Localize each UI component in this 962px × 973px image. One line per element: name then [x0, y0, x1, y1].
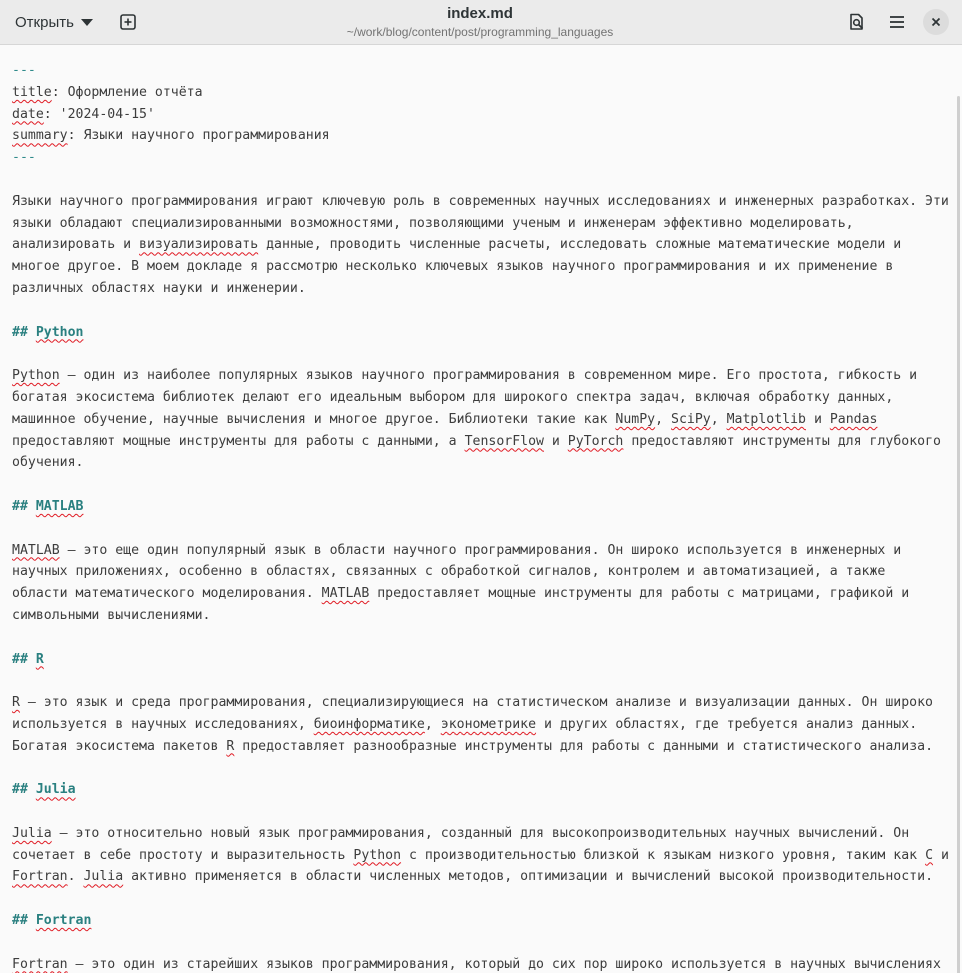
hamburger-menu-icon — [890, 16, 904, 28]
paragraph-line: R — это язык и среда программирования, с… — [12, 695, 934, 711]
text-editor[interactable]: --- title: Оформление отчёта date: '2024… — [0, 46, 962, 973]
vertical-scrollbar[interactable] — [957, 96, 960, 973]
window-subtitle: ~/work/blog/content/post/programming_lan… — [346, 25, 614, 39]
close-window-button[interactable] — [923, 9, 949, 35]
find-button[interactable] — [843, 8, 871, 36]
paragraph-line: области математического моделирования. M… — [12, 586, 910, 602]
paragraph-line: различных областях науки и инженерии. — [12, 280, 306, 296]
main-menu-button[interactable] — [883, 8, 911, 36]
frontmatter-separator: --- — [12, 63, 36, 78]
heading-r: ## R — [12, 651, 44, 667]
frontmatter-date: date: '2024-04-15' — [12, 106, 155, 122]
paragraph-line: Языки научного программирования играют к… — [12, 193, 949, 209]
open-button[interactable]: Открыть — [8, 8, 100, 36]
paragraph-line: многое другое. В моем докладе я рассмотр… — [12, 259, 894, 275]
document-search-icon — [850, 13, 864, 30]
heading-python: ## Python — [12, 324, 84, 340]
new-tab-button[interactable] — [114, 8, 142, 36]
new-tab-icon — [120, 14, 136, 30]
paragraph-line: обучения. — [12, 455, 84, 471]
paragraph-line: анализировать и визуализировать данные, … — [12, 237, 902, 253]
window-title: index.md — [447, 5, 513, 22]
paragraph-line: MATLAB — это еще один популярный язык в … — [12, 542, 902, 558]
open-button-label: Открыть — [15, 13, 74, 31]
paragraph-line: Python — один из наиболее популярных язы… — [12, 368, 918, 384]
heading-julia: ## Julia — [12, 782, 76, 798]
close-icon — [931, 17, 941, 27]
paragraph-line: Fortran. Julia активно применяется в обл… — [12, 869, 934, 885]
heading-fortran: ## Fortran — [12, 913, 92, 929]
paragraph-line: символьными вычислениями. — [12, 607, 211, 623]
paragraph-line: научных приложениях, особенно в областях… — [12, 564, 886, 580]
paragraph-line: Julia — это относительно новый язык прог… — [12, 825, 910, 841]
paragraph-line: сочетает в себе простоту и выразительнос… — [12, 847, 949, 863]
frontmatter-title: title: Оформление отчёта — [12, 84, 203, 100]
frontmatter-separator: --- — [12, 150, 36, 166]
frontmatter-summary: summary: Языки научного программирования — [12, 128, 330, 144]
heading-matlab: ## MATLAB — [12, 498, 84, 514]
chevron-down-icon — [80, 19, 93, 26]
paragraph-line: предоставляют мощные инструменты для раб… — [12, 433, 941, 449]
paragraph-line: богатая экосистема библиотек делают его … — [12, 389, 894, 405]
paragraph-line: используется в научных исследованиях, би… — [12, 716, 918, 732]
header-bar: Открыть index.md ~/work/blog/content/pos… — [0, 0, 962, 45]
paragraph-line: машинное обучение, научные вычисления и … — [12, 411, 878, 427]
paragraph-line: Богатая экосистема пакетов R предоставля… — [12, 738, 934, 754]
paragraph-line: языки обладают специализированными возмо… — [12, 215, 854, 231]
paragraph-line: Fortran — это один из старейших языков п… — [12, 956, 941, 972]
window-title-block: index.md ~/work/blog/content/post/progra… — [280, 5, 680, 40]
